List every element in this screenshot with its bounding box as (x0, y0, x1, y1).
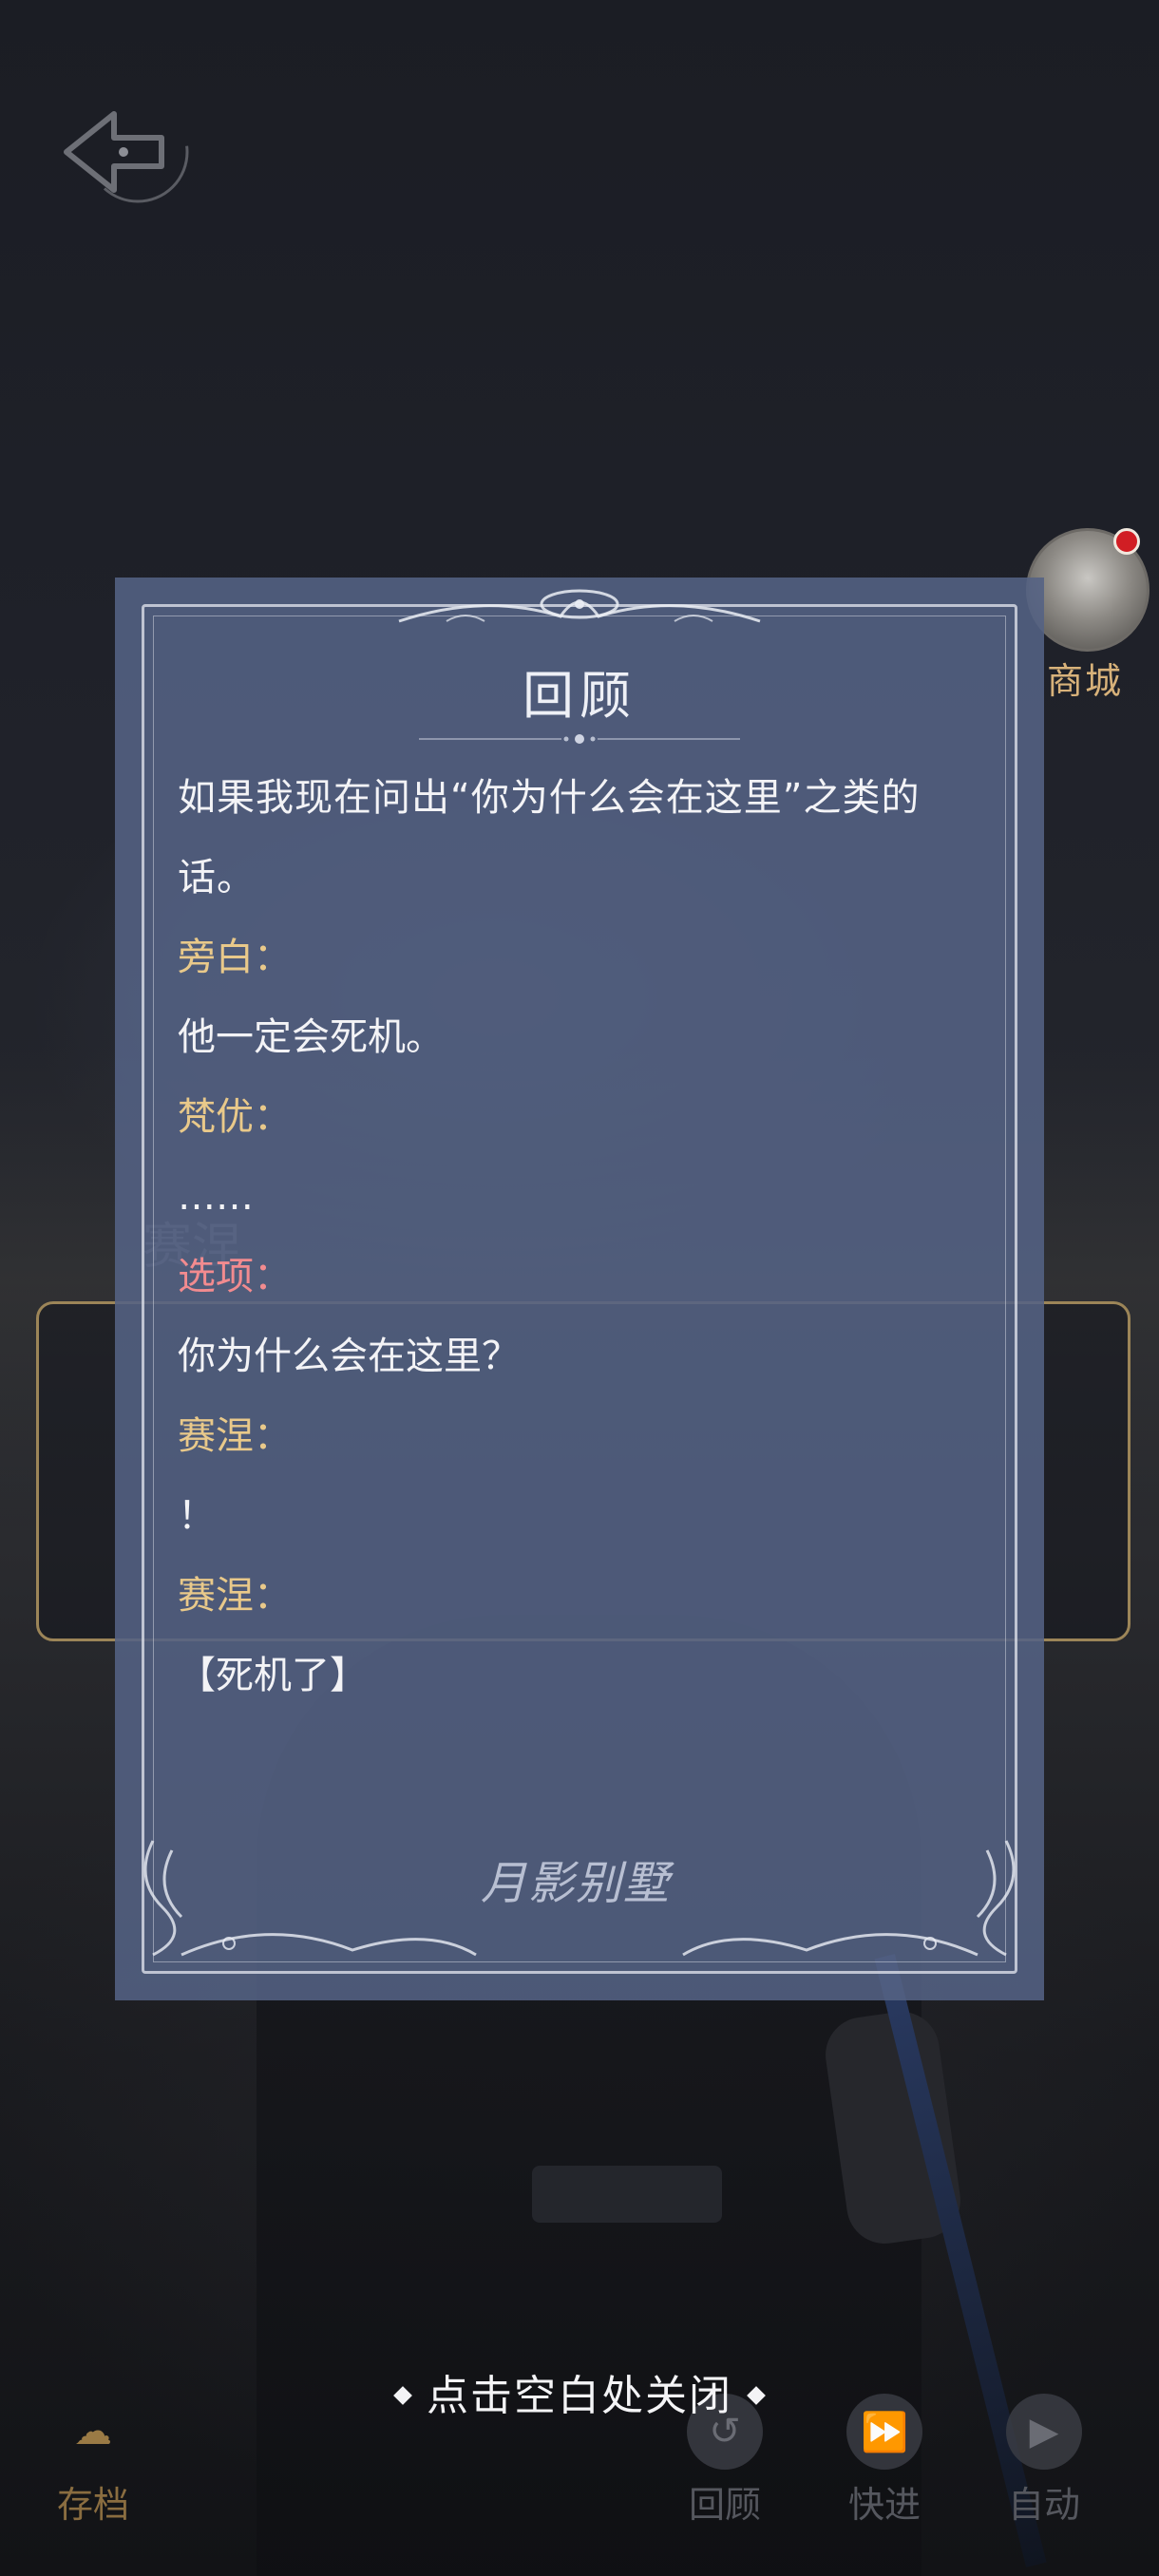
log-entry-text: 如果我现在问出“你为什么会在这里”之类的话。 (178, 776, 921, 900)
game-logo: 月影别墅 (481, 1857, 672, 1910)
log-entry-text: …… (178, 1175, 254, 1219)
notification-dot (1113, 528, 1140, 555)
log-entry-text: 【死机了】 (178, 1654, 368, 1697)
shop-label: 商城 (1047, 660, 1124, 702)
shop-button[interactable]: 商城 (1026, 528, 1159, 702)
title-divider (419, 734, 740, 744)
backlog-panel[interactable]: 回顾 如果我现在问出“你为什么会在这里”之类的话。 旁白： 他一定会死机。 梵优… (115, 578, 1044, 2000)
close-hint[interactable]: 点击空白处关闭 (0, 2361, 1159, 2422)
character-belt (532, 2166, 722, 2223)
close-hint-text: 点击空白处关闭 (427, 2372, 732, 2420)
back-button[interactable] (48, 95, 200, 209)
diamond-icon (747, 2386, 766, 2405)
back-arrow-icon (64, 101, 189, 203)
log-entry-speaker: 梵优： (178, 1095, 292, 1139)
log-entry-speaker: 赛涅： (178, 1574, 292, 1618)
backlog-list[interactable]: 如果我现在问出“你为什么会在这里”之类的话。 旁白： 他一定会死机。 梵优： …… (178, 758, 995, 1715)
log-entry-choice-label: 选项： (178, 1255, 292, 1298)
review-label: 回顾 (688, 2484, 761, 2526)
save-label: 存档 (56, 2484, 129, 2526)
log-entry-text: 他一定会死机。 (178, 1015, 444, 1059)
log-entry-choice-text: 你为什么会在这里？ (178, 1335, 520, 1378)
top-ornament (398, 589, 761, 623)
diamond-icon (393, 2386, 412, 2405)
log-entry-speaker: 旁白： (178, 936, 292, 979)
panel-title: 回顾 (522, 666, 636, 726)
auto-label: 自动 (1007, 2484, 1080, 2526)
fast-forward-label: 快进 (847, 2484, 921, 2526)
log-entry-speaker: 赛涅： (178, 1414, 292, 1458)
log-entry-text: ！ (178, 1494, 216, 1538)
